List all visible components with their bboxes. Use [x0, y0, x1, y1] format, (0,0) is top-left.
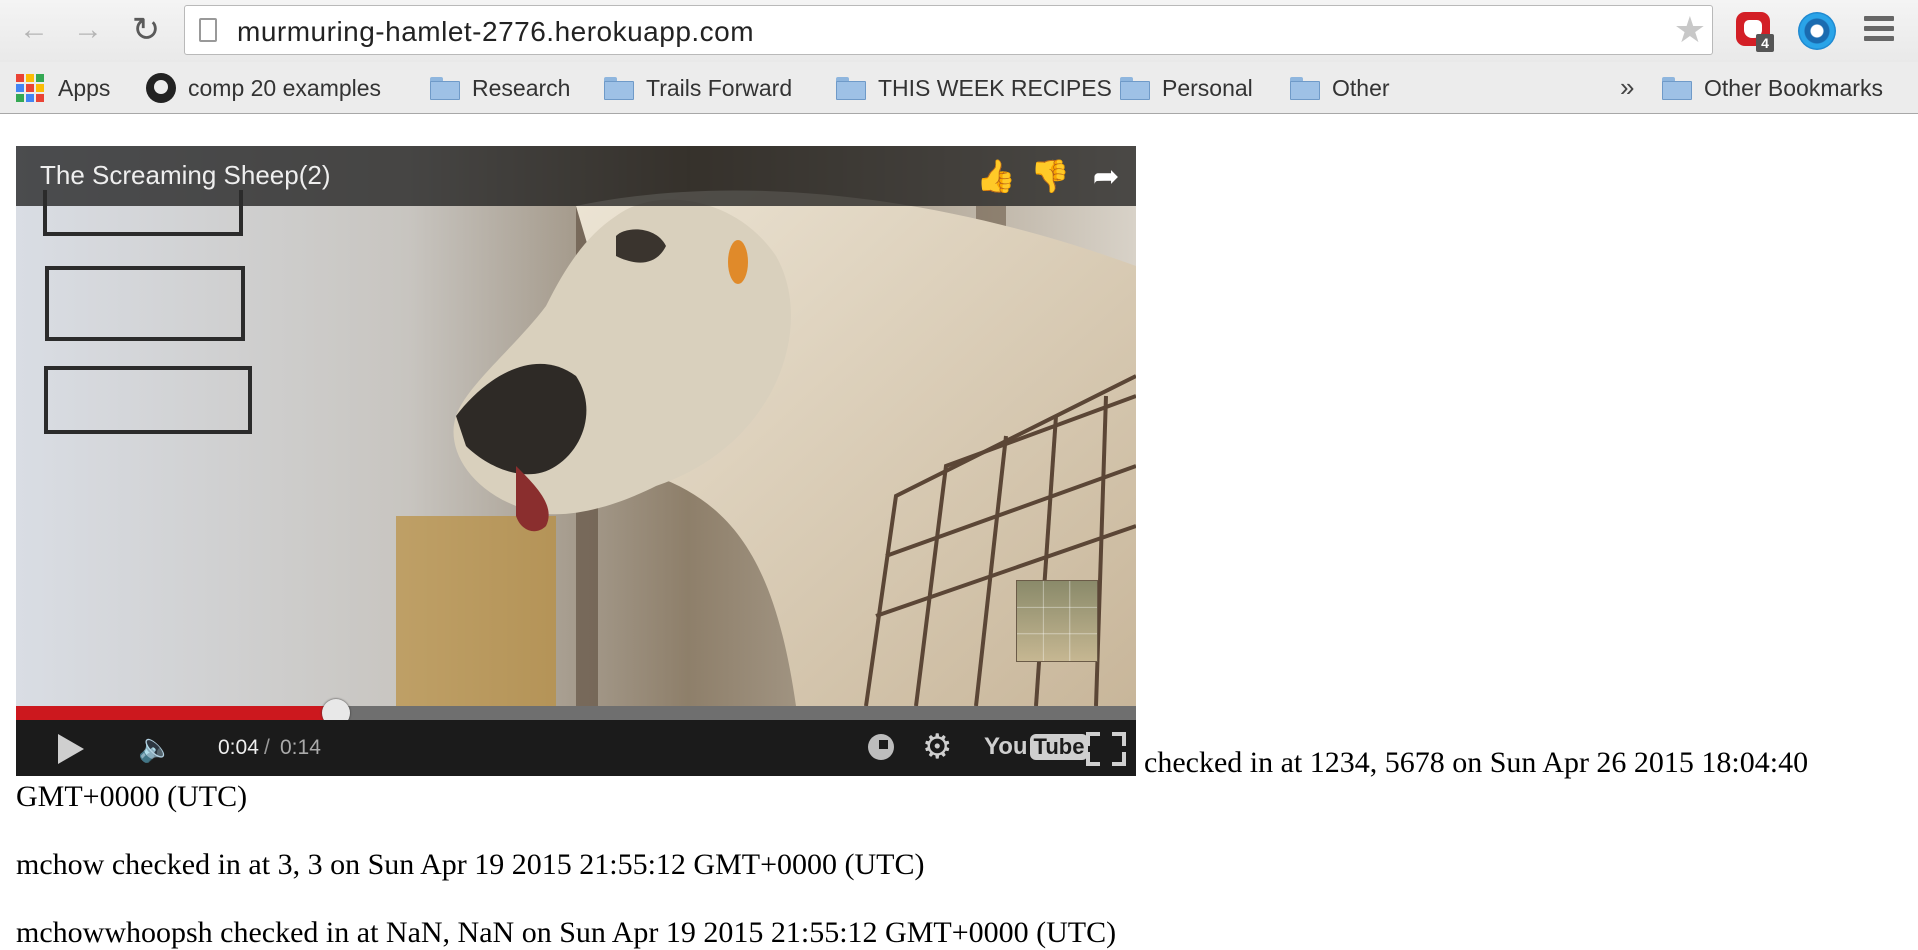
- address-bar[interactable]: murmuring-hamlet-2776.herokuapp.com ★: [184, 5, 1713, 55]
- bookmark-apps[interactable]: Apps: [16, 68, 110, 108]
- thumbs-up-icon[interactable]: 👍: [976, 156, 1016, 196]
- adblock-extension-icon[interactable]: 4: [1736, 12, 1774, 52]
- back-arrow-icon[interactable]: ←: [16, 12, 52, 48]
- folder-icon: [1120, 76, 1150, 100]
- folder-icon: [1290, 76, 1320, 100]
- folder-icon: [1662, 76, 1692, 100]
- youtube-logo[interactable]: You Tube: [984, 733, 1089, 761]
- watch-later-clock-icon[interactable]: [868, 734, 894, 760]
- bookmark-research[interactable]: Research: [430, 68, 570, 108]
- progress-bar[interactable]: [16, 699, 1136, 727]
- thumbs-down-icon[interactable]: 👎: [1030, 156, 1070, 196]
- url-text[interactable]: murmuring-hamlet-2776.herokuapp.com: [237, 16, 754, 48]
- share-icon[interactable]: ➦: [1086, 156, 1126, 196]
- overlay-box-3: [44, 366, 252, 434]
- bookmark-label: Other Bookmarks: [1704, 74, 1883, 101]
- bookmark-comp20[interactable]: comp 20 examples: [146, 68, 381, 108]
- bookmark-label: Trails Forward: [646, 74, 793, 101]
- bookmark-other[interactable]: Other: [1290, 68, 1390, 108]
- bookmark-other-bookmarks[interactable]: Other Bookmarks: [1662, 68, 1883, 108]
- browser-toolbar: ← → ↻ murmuring-hamlet-2776.herokuapp.co…: [0, 0, 1918, 62]
- bookmark-star-icon[interactable]: ★: [1674, 10, 1706, 50]
- time-current: 0:04: [218, 736, 259, 759]
- bookmark-label: Research: [472, 74, 571, 101]
- github-icon: [146, 73, 176, 103]
- checkin-entry-1-line-1: checked in at 1234, 5678 on Sun Apr 26 2…: [1144, 746, 1809, 779]
- bookmark-trails-forward[interactable]: Trails Forward: [604, 68, 792, 108]
- folder-icon: [604, 76, 634, 100]
- overlay-box-2: [45, 266, 245, 341]
- time-separator: /: [264, 736, 270, 759]
- bookmark-this-week-recipes[interactable]: THIS WEEK RECIPES: [836, 68, 1112, 108]
- fullscreen-icon[interactable]: [1086, 732, 1126, 766]
- checkin-entry-2: mchow checked in at 3, 3 on Sun Apr 19 2…: [16, 848, 925, 881]
- reload-icon[interactable]: ↻: [128, 12, 164, 48]
- youtube-video-player[interactable]: The Screaming Sheep(2) 👍 👎 ➦ 🔈 0:04 / 0:…: [16, 146, 1136, 776]
- eye-extension-icon[interactable]: [1798, 12, 1836, 50]
- bookmark-label: comp 20 examples: [188, 74, 382, 101]
- overlay-box-1: [43, 190, 243, 236]
- forward-arrow-icon[interactable]: →: [70, 12, 106, 48]
- play-icon[interactable]: [58, 734, 84, 764]
- folder-icon: [836, 76, 866, 100]
- bookmark-label: Apps: [58, 74, 111, 101]
- menu-icon[interactable]: [1864, 16, 1894, 44]
- video-controls-bar: 🔈 0:04 / 0:14 ⚙ You Tube: [16, 720, 1136, 776]
- youtube-logo-you: You: [984, 733, 1028, 760]
- bookmarks-overflow-chevron-icon[interactable]: »: [1620, 72, 1634, 103]
- checkin-entry-1-line-2: GMT+0000 (UTC): [16, 780, 248, 813]
- folder-icon: [430, 76, 460, 100]
- volume-icon[interactable]: 🔈: [138, 732, 173, 764]
- youtube-logo-tube: Tube: [1029, 734, 1089, 760]
- page-icon: [199, 18, 217, 42]
- video-thumbnail-preview: [1016, 580, 1098, 662]
- gear-icon[interactable]: ⚙: [922, 728, 952, 766]
- time-total: 0:14: [280, 736, 321, 759]
- apps-grid-icon: [16, 74, 44, 102]
- bookmarks-bar: Apps comp 20 examples Research Trails Fo…: [0, 62, 1918, 114]
- bookmark-label: THIS WEEK RECIPES: [878, 74, 1112, 101]
- bookmark-label: Other: [1332, 74, 1390, 101]
- bookmark-label: Personal: [1162, 74, 1253, 101]
- progress-bar-fill: [16, 706, 336, 720]
- bookmark-personal[interactable]: Personal: [1120, 68, 1253, 108]
- extension-badge: 4: [1756, 34, 1774, 52]
- video-title[interactable]: The Screaming Sheep(2): [40, 160, 330, 191]
